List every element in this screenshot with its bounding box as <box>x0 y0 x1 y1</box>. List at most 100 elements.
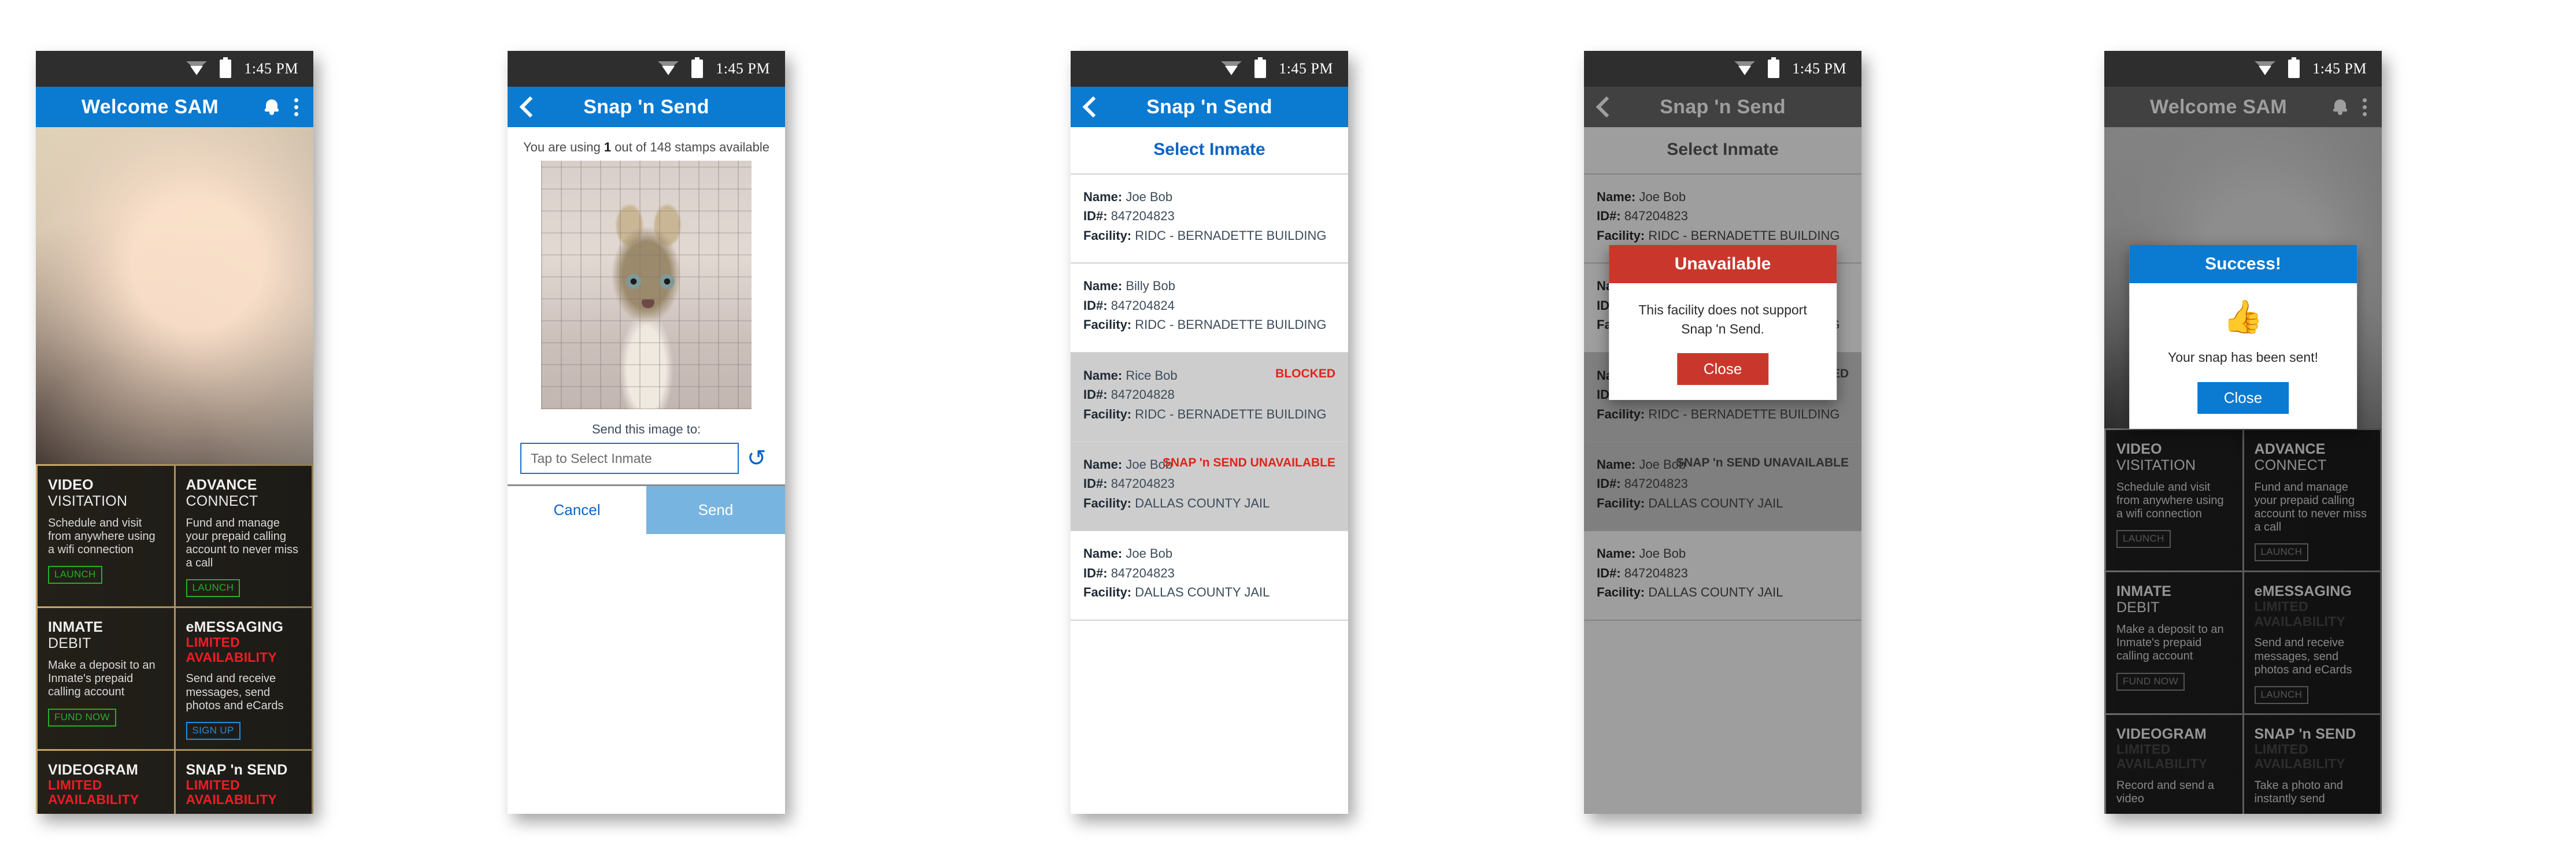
dashboard-tile-grid: VIDEO VISITATION Schedule and visit from a… <box>36 464 313 814</box>
compose-button-row: Cancel Send <box>508 484 785 534</box>
app-bar: Snap 'n Send <box>1071 87 1348 127</box>
dashboard-tile[interactable]: ADVANCE CONNECT Fund and manage your prepa… <box>175 466 312 607</box>
row-id: ID#: 847204823 <box>1083 209 1175 224</box>
dialog-header: Success! <box>2129 245 2357 283</box>
dashboard-tile[interactable]: ADVANCE CONNECT Fund and manage your prepa… <box>2244 430 2380 571</box>
list-filler <box>1584 620 1861 686</box>
row-id: ID#: 847204823 <box>1083 565 1175 580</box>
row-facility: Facility: DALLAS COUNTY JAIL <box>1083 585 1270 600</box>
tile-description: Make a deposit to an Inmate's prepaid ca… <box>2116 623 2224 663</box>
tile-subtitle: CONNECT <box>2254 457 2327 473</box>
inmate-list: Name: Joe Bob ID#: 847204823 Facility: RID… <box>1071 175 1348 686</box>
dialog-close-button[interactable]: Close <box>2197 381 2289 414</box>
tile-title: SNAP 'n SEND <box>186 762 288 778</box>
dashboard-tile[interactable]: VIDEOGRAMLIMITED AVAILABILITYRecord and … <box>2106 715 2242 814</box>
kebab-menu-icon[interactable] <box>294 98 298 116</box>
app-bar: Snap 'n Send <box>508 87 785 127</box>
send-button[interactable]: Send <box>646 486 785 534</box>
tile-title: INMATE <box>48 619 103 636</box>
table-row[interactable]: Name: Joe Bob ID#: 847204823 Facility: DAL… <box>1584 442 1861 532</box>
screenshot-stage: 1:45 PM Welcome SAM VIDEO VISITATION Sched… <box>0 0 2576 867</box>
table-row[interactable]: Name: Billy Bob ID#: 847204824 Facility: R… <box>1071 264 1348 353</box>
inmate-select-input[interactable]: Tap to Select Inmate <box>520 443 739 474</box>
tile-description: Schedule and visit from anywhere using a… <box>2116 480 2224 521</box>
row-facility: Facility: RIDC - BERNADETTE BUILDING <box>1597 228 1840 243</box>
dashboard-tile[interactable]: VIDEOGRAMLIMITED AVAILABILITYRecord and … <box>38 751 174 814</box>
tile-description: Send and receive messages, send photos a… <box>186 672 284 712</box>
dashboard-tile[interactable]: eMESSAGING LIMITED AVAILABILITY Send and r… <box>2244 572 2380 713</box>
dialog-header: Unavailable <box>1609 245 1837 283</box>
table-row[interactable]: Name: Joe Bob ID#: 847204823 Facility: RID… <box>1071 175 1348 264</box>
dashboard-tile[interactable]: INMATE DEBIT Make a deposit to an Inmate's… <box>2106 572 2242 713</box>
stamps-suffix: out of 148 stamps available <box>611 140 770 154</box>
status-clock: 1:45 PM <box>1279 60 1333 77</box>
status-bar: 1:45 PM <box>508 51 785 87</box>
tile-subtitle: LIMITED AVAILABILITY <box>2254 598 2345 629</box>
tile-title: eMESSAGING <box>2254 583 2352 600</box>
tile-description: Schedule and visit from anywhere using a… <box>48 516 156 557</box>
tile-cta-button[interactable]: FUND NOW <box>48 708 116 727</box>
list-filler <box>1071 620 1348 686</box>
table-row[interactable]: Name: Joe Bob ID#: 847204823 Facility: DAL… <box>1584 531 1861 621</box>
tile-cta-button[interactable]: LAUNCH <box>2254 686 2309 704</box>
page-title: Welcome SAM <box>2150 95 2287 118</box>
inmate-select-row: Tap to Select Inmate ↺ <box>508 443 785 474</box>
back-chevron-icon[interactable] <box>523 99 538 114</box>
tile-cta-button[interactable]: LAUNCH <box>186 579 240 598</box>
battery-icon <box>220 57 232 78</box>
row-id: ID#: 847204823 <box>1597 565 1688 580</box>
tile-title: ADVANCE <box>2254 441 2326 458</box>
dialog-body: 👍 Your snap has been sent! Close <box>2129 283 2357 429</box>
tile-cta-button[interactable]: LAUNCH <box>2116 530 2171 549</box>
tile-title: SNAP 'n SEND <box>2254 726 2356 742</box>
tile-description: Take a photo and instantly send <box>2254 779 2343 806</box>
dialog-close-button[interactable]: Close <box>1676 353 1769 386</box>
table-row[interactable]: Name: Joe Bob ID#: 847204823 Facility: DAL… <box>1071 442 1348 532</box>
cancel-button[interactable]: Cancel <box>508 486 646 534</box>
dialog-message: Your snap has been sent! <box>2167 350 2319 365</box>
phone-4-unavailable: 1:45 PM Snap 'n Send Select Inmate Name:… <box>1584 51 1861 814</box>
page-title: Snap 'n Send <box>583 95 709 118</box>
tile-cta-button[interactable]: LAUNCH <box>2254 543 2309 562</box>
wifi-icon <box>658 61 679 76</box>
photo-detail <box>626 274 641 289</box>
dashboard-tile[interactable]: SNAP 'n SENDLIMITED AVAILABILITYTake a p… <box>2244 715 2380 814</box>
battery-icon <box>1254 57 1267 78</box>
wifi-icon <box>2255 61 2276 76</box>
battery-icon <box>1768 57 1780 78</box>
dashboard-tile[interactable]: VIDEO VISITATION Schedule and visit from a… <box>38 466 174 607</box>
back-chevron-icon[interactable] <box>1086 99 1101 114</box>
tile-description: Make a deposit to an Inmate's prepaid ca… <box>48 658 156 699</box>
phone-5-success: 1:45 PM Welcome SAM VIDEO VISITATION Sched… <box>2104 51 2382 814</box>
bell-icon <box>2333 98 2348 116</box>
dashboard-tile[interactable]: SNAP 'n SENDLIMITED AVAILABILITYTake a p… <box>175 751 312 814</box>
tile-cta-button[interactable]: FUND NOW <box>2116 672 2185 691</box>
row-id: ID#: 847204824 <box>1083 298 1175 313</box>
dialog-body: This facility does not support Snap 'n S… <box>1609 283 1837 400</box>
success-dialog: Success! 👍 Your snap has been sent! Clos… <box>2129 245 2357 429</box>
send-to-label: Send this image to: <box>591 422 701 436</box>
table-row[interactable]: Name: Rice BobID#: 847204828Facility: RI… <box>1071 353 1348 442</box>
stamps-count: 1 <box>604 140 612 154</box>
app-bar: Snap 'n Send <box>1584 87 1861 127</box>
dashboard-tile[interactable]: INMATE DEBIT Make a deposit to an Inmate's… <box>38 608 174 749</box>
kitten-photo[interactable] <box>541 161 752 409</box>
row-facility: Facility: RIDC - BERNADETTE BUILDING <box>1083 406 1327 421</box>
inmate-list-panel: Select Inmate Name: Joe Bob ID#: 84720482… <box>1071 127 1348 814</box>
tile-subtitle: LIMITED AVAILABILITY <box>186 634 277 665</box>
table-row[interactable]: Name: Joe Bob ID#: 847204823 Facility: DAL… <box>1071 531 1348 621</box>
dimmed-content: Welcome SAM VIDEO VISITATION Schedule and … <box>2104 87 2382 814</box>
tile-description: Fund and manage your prepaid calling acc… <box>2254 480 2367 534</box>
row-facility: Facility: DALLAS COUNTY JAIL <box>1083 495 1270 510</box>
dashboard-tile[interactable]: eMESSAGING LIMITED AVAILABILITY Send and r… <box>175 608 312 749</box>
history-restore-icon[interactable]: ↺ <box>747 446 772 471</box>
tile-cta-button[interactable]: SIGN UP <box>186 722 240 740</box>
tile-cta-button[interactable]: LAUNCH <box>48 566 102 584</box>
row-name: Name: Billy Bob <box>1083 279 1175 294</box>
dashboard-tile[interactable]: VIDEO VISITATION Schedule and visit from a… <box>2106 430 2242 571</box>
select-inmate-heading: Select Inmate <box>1584 127 1861 175</box>
wifi-icon <box>1221 61 1242 76</box>
bell-icon[interactable] <box>264 98 279 116</box>
row-facility: Facility: DALLAS COUNTY JAIL <box>1597 495 1783 510</box>
tile-subtitle: LIMITED AVAILABILITY <box>186 777 277 807</box>
